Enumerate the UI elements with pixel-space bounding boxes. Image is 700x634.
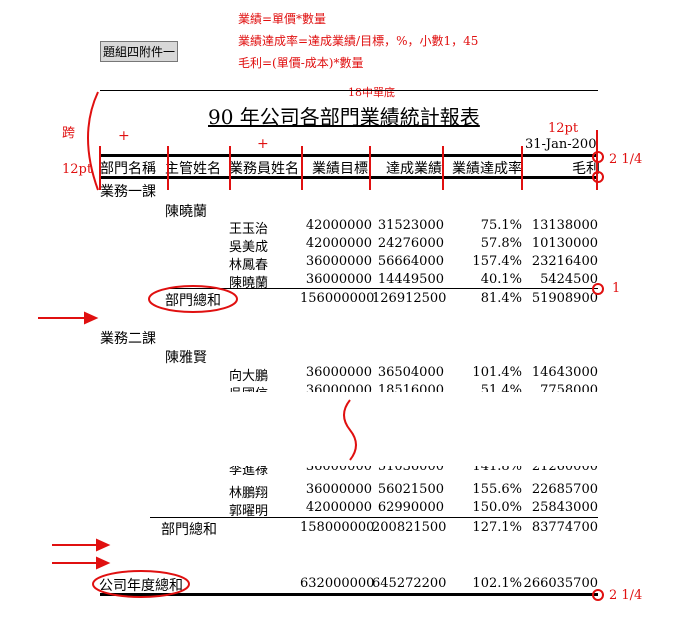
achieved-value: 62990000 — [377, 500, 444, 515]
rate-value: 75.1% — [480, 218, 522, 233]
dept1-manager: 陳曉蘭 — [165, 204, 207, 220]
rate-value: 141.8% — [472, 466, 522, 474]
target-value: 156000000 — [300, 291, 375, 306]
salesperson-name: 吳美成 — [229, 240, 269, 255]
achieved-value: 56664000 — [377, 254, 444, 269]
achieved-value: 24276000 — [377, 236, 444, 251]
target-value: 36000000 — [305, 466, 372, 474]
salesperson-name: 王玉治 — [229, 222, 269, 237]
dept2-row-clipped: 李進祿 36000000 51036000 141.8% 21260000 — [0, 466, 700, 478]
target-value: 36000000 — [305, 383, 372, 392]
profit-value: 266035700 — [523, 576, 598, 591]
attachment-tag: 題組四附件一 — [100, 41, 179, 62]
note-title-format: 18中單底 — [348, 86, 395, 99]
grand-total-label: 公司年度總和 — [99, 578, 183, 594]
achieved-value: 31523000 — [377, 218, 444, 233]
report-title: 90 年公司各部門業績統計報表 — [208, 105, 480, 129]
note-pt-right: 12pt — [548, 121, 579, 136]
target-value: 36000000 — [305, 254, 372, 269]
profit-value: 21260000 — [531, 466, 598, 474]
achieved-value: 56021500 — [377, 482, 444, 497]
salesperson-name: 李進祿 — [229, 466, 269, 478]
target-value: 36000000 — [305, 365, 372, 380]
arrow-head — [84, 311, 99, 325]
profit-value: 83774700 — [531, 520, 598, 535]
note-plus-1: + — [118, 128, 130, 144]
target-value: 42000000 — [305, 500, 372, 515]
achieved-value: 51036000 — [377, 466, 444, 474]
note-pt-left: 12pt — [62, 162, 93, 177]
profit-value: 13138000 — [531, 218, 598, 233]
achieved-value: 14449500 — [377, 272, 444, 287]
header-profit: 毛利 — [572, 161, 600, 177]
dept1-total-label: 部門總和 — [165, 293, 221, 309]
salesperson-name: 林鵬翔 — [229, 486, 269, 501]
achieved-value: 18516000 — [377, 383, 444, 392]
target-value: 36000000 — [305, 272, 372, 287]
dept2-row-clipped: 吳國信 36000000 18516000 51.4% 7758000 — [0, 382, 700, 392]
note-border-mid: 1 — [612, 281, 621, 296]
achieved-value: 36504000 — [377, 365, 444, 380]
achieved-value: 645272200 — [372, 576, 447, 591]
profit-value: 5424500 — [540, 272, 598, 287]
achieved-value: 126912500 — [372, 291, 447, 306]
rate-value: 150.0% — [472, 500, 522, 515]
salesperson-name: 吳國信 — [229, 383, 268, 392]
note-performance-formula: 業績=單價*數量 — [238, 12, 327, 26]
note-plus-2: + — [257, 136, 269, 152]
arrow-head — [96, 538, 111, 552]
break-wave — [343, 399, 357, 461]
arrow-head — [96, 556, 111, 570]
header-salesperson: 業務員姓名 — [229, 161, 299, 177]
report-date: 31-Jan-200 — [525, 137, 597, 152]
target-value: 632000000 — [300, 576, 375, 591]
dept1-total-rule — [165, 288, 598, 289]
salesperson-name: 林鳳春 — [229, 258, 269, 273]
target-value: 158000000 — [300, 520, 375, 535]
target-value: 36000000 — [305, 482, 372, 497]
dept2-manager: 陳雅賢 — [165, 350, 207, 366]
title-top-rule — [100, 90, 598, 91]
dept1-name: 業務一課 — [100, 184, 156, 200]
profit-value: 22685700 — [531, 482, 598, 497]
rate-value: 81.4% — [480, 291, 522, 306]
header-top-rule — [100, 154, 598, 157]
header-dept: 部門名稱 — [100, 161, 156, 177]
note-border-bottom: 2 1/4 — [609, 588, 643, 603]
achieved-value: 200821500 — [372, 520, 447, 535]
dept2-total-label: 部門總和 — [161, 522, 217, 538]
rate-value: 157.4% — [472, 254, 522, 269]
header-target: 業績目標 — [312, 161, 368, 177]
rate-value: 155.6% — [472, 482, 522, 497]
rate-value: 101.4% — [472, 365, 522, 380]
note-span: 跨 — [62, 126, 76, 141]
target-value: 42000000 — [305, 236, 372, 251]
target-value: 42000000 — [305, 218, 372, 233]
rate-value: 102.1% — [472, 576, 522, 591]
profit-value: 14643000 — [531, 365, 598, 380]
grand-total-bottom-rule — [100, 593, 598, 596]
note-border-top: 2 1/4 — [609, 152, 643, 167]
profit-value: 10130000 — [531, 236, 598, 251]
profit-value: 7758000 — [540, 383, 598, 392]
header-rate: 業績達成率 — [452, 161, 522, 177]
rate-value: 40.1% — [480, 272, 522, 287]
header-achieved: 達成業績 — [386, 161, 442, 177]
note-rate-formula: 業績達成率=達成業績/目標，%，小數1，45 — [238, 34, 479, 48]
note-profit-formula: 毛利=(單價-成本)*數量 — [238, 56, 364, 70]
rate-value: 57.8% — [480, 236, 522, 251]
header-manager: 主管姓名 — [165, 161, 221, 177]
dept2-total-rule — [150, 517, 598, 518]
rate-value: 127.1% — [472, 520, 522, 535]
profit-value: 51908900 — [531, 291, 598, 306]
rate-value: 51.4% — [480, 383, 522, 392]
profit-value: 25843000 — [531, 500, 598, 515]
dept2-name: 業務二課 — [100, 331, 156, 347]
profit-value: 23216400 — [531, 254, 598, 269]
